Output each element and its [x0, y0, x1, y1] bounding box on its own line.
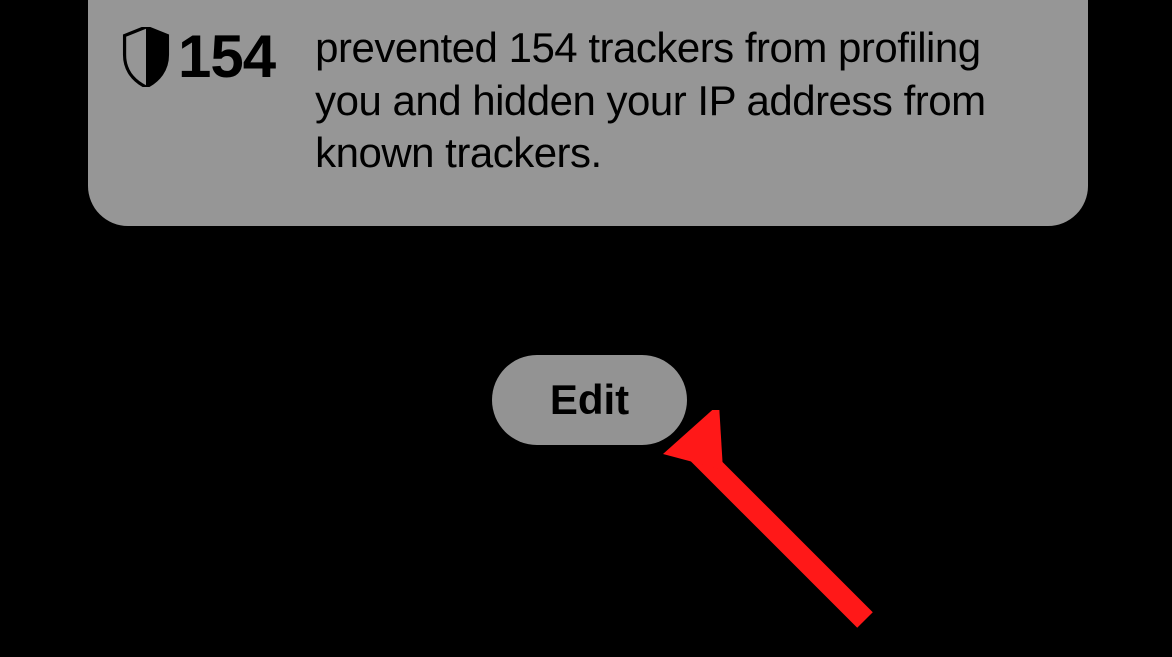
shield-icon: [120, 27, 172, 87]
tracker-count-group: 154: [120, 22, 275, 91]
tracker-count-value: 154: [178, 22, 275, 91]
privacy-report-card[interactable]: 154 prevented 154 trackers from profilin…: [88, 0, 1088, 226]
privacy-description: prevented 154 trackers from profiling yo…: [315, 22, 1048, 180]
edit-button[interactable]: Edit: [492, 355, 687, 445]
edit-button-label: Edit: [550, 376, 629, 424]
arrow-annotation-icon: [655, 410, 895, 650]
